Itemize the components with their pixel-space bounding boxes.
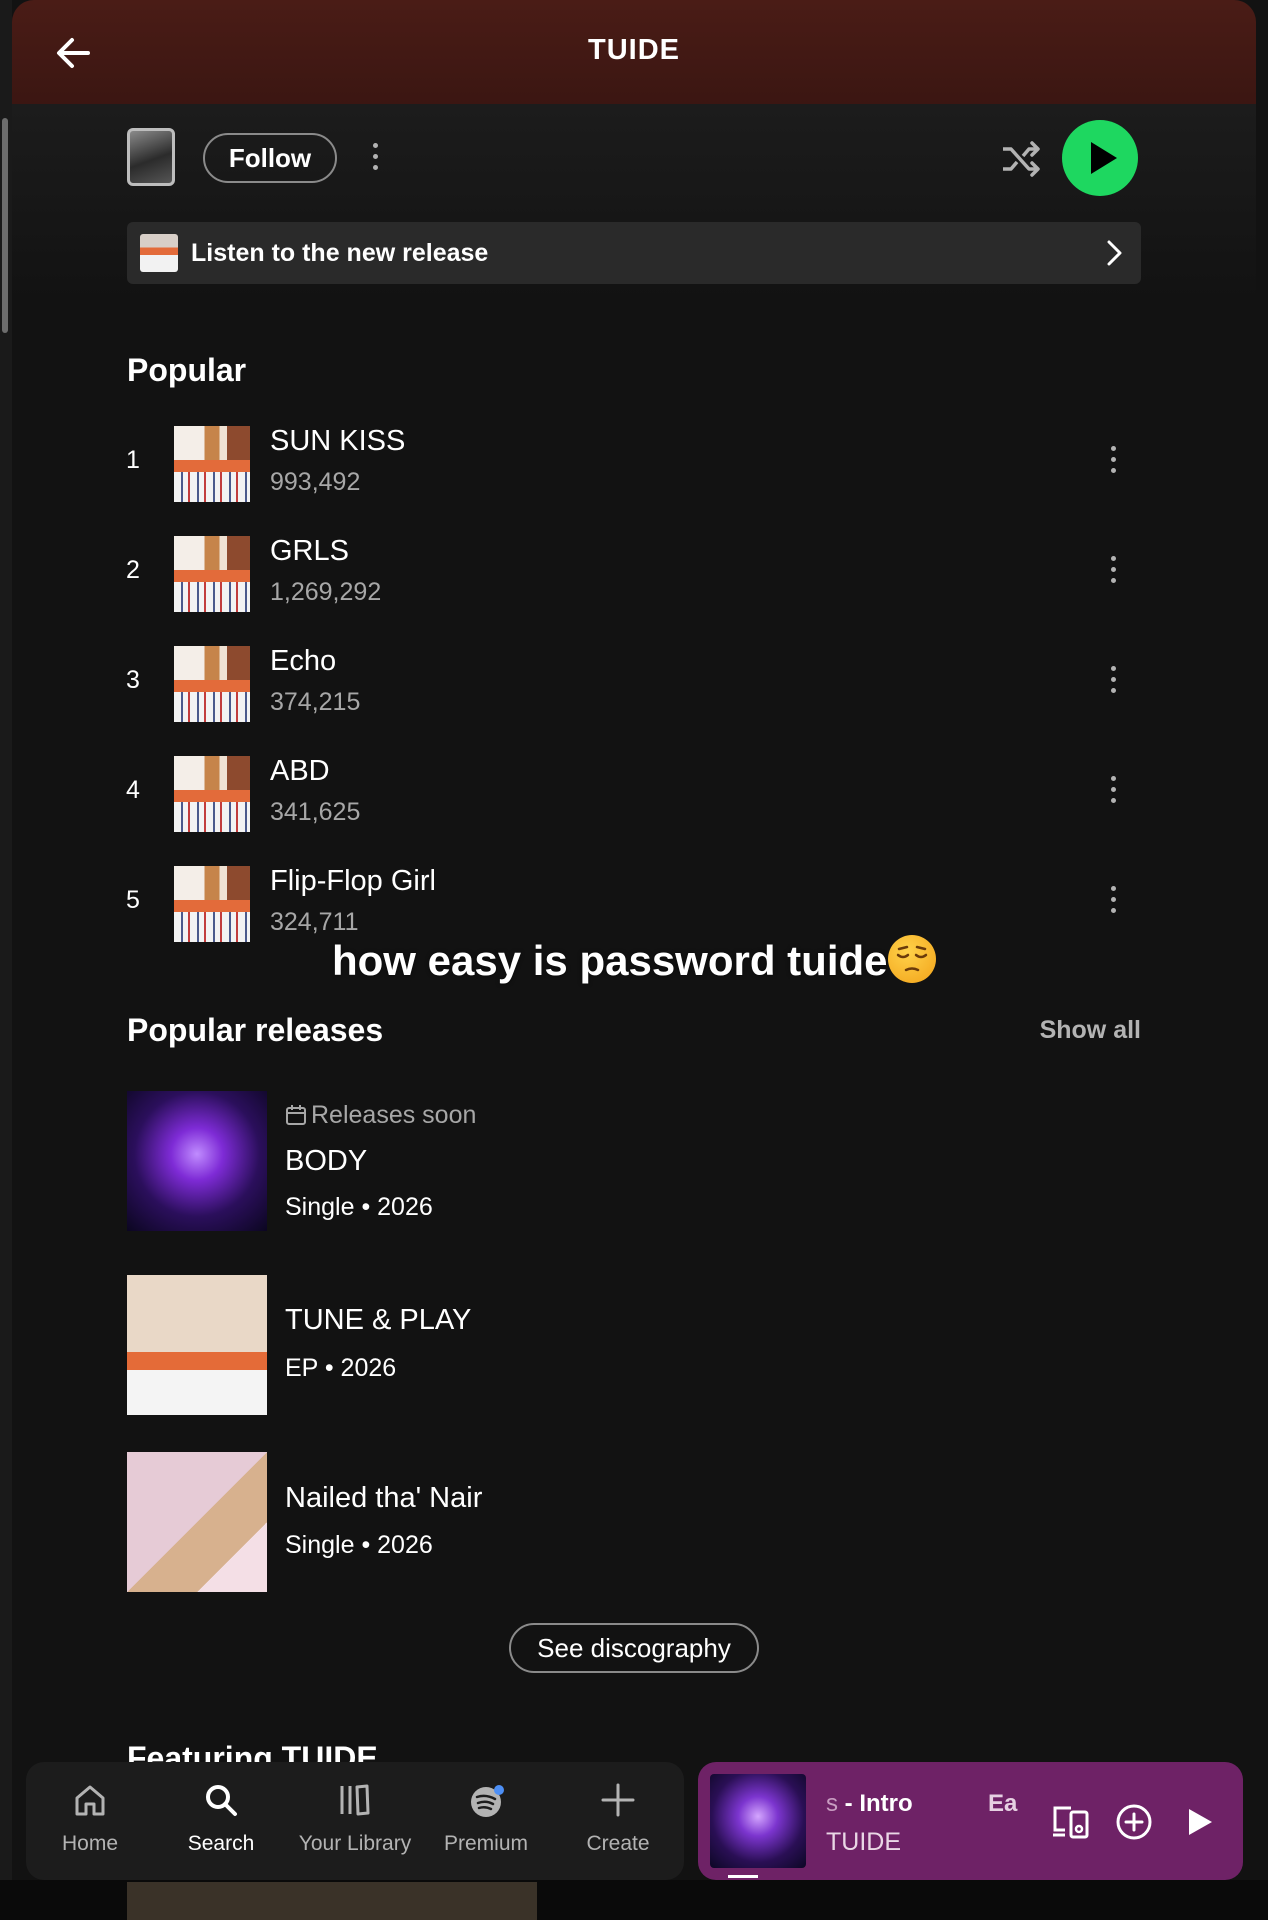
nav-create[interactable]: Create xyxy=(558,1762,678,1880)
home-icon xyxy=(75,1785,105,1816)
nav-home[interactable]: Home xyxy=(30,1762,150,1880)
track-title: SUN KISS xyxy=(270,425,406,457)
side-strip xyxy=(0,0,12,1920)
artist-page: TUIDE Follow Listen to the new release P… xyxy=(0,0,1268,1920)
header-bar: TUIDE xyxy=(12,0,1256,104)
track-more-button[interactable] xyxy=(1108,886,1118,922)
track-number: 1 xyxy=(126,446,140,474)
caption-text: how easy is password tuide xyxy=(332,937,888,984)
track-number: 2 xyxy=(126,556,140,584)
track-number: 3 xyxy=(126,666,140,694)
release-title: BODY xyxy=(285,1145,368,1177)
nav-premium[interactable]: Premium xyxy=(426,1762,546,1880)
play-icon xyxy=(1091,142,1117,174)
add-circle-icon[interactable] xyxy=(1115,1803,1153,1841)
track-artwork xyxy=(174,646,250,722)
release-item[interactable]: TUNE & PLAY EP • 2026 xyxy=(127,1275,1141,1415)
track-artwork xyxy=(174,536,250,612)
banner-label: Listen to the new release xyxy=(191,239,489,267)
shuffle-icon xyxy=(1003,141,1040,177)
see-discography-button[interactable]: See discography xyxy=(509,1623,759,1673)
track-play-count: 374,215 xyxy=(270,688,361,716)
show-all-link[interactable]: Show all xyxy=(1040,1016,1141,1045)
page-title: TUIDE xyxy=(588,34,680,66)
release-artwork xyxy=(127,1275,267,1415)
track-play-count: 341,625 xyxy=(270,798,361,826)
now-playing-title: s - Intro xyxy=(826,1790,913,1818)
now-playing-title-main: - Intro xyxy=(838,1790,913,1817)
play-button[interactable] xyxy=(1062,120,1138,196)
nav-search-label: Search xyxy=(187,1832,255,1855)
now-playing-artist: TUIDE xyxy=(826,1828,901,1856)
track-more-button[interactable] xyxy=(1108,446,1118,482)
release-meta: EP • 2026 xyxy=(285,1354,397,1382)
track-title: ABD xyxy=(270,755,330,787)
track-row[interactable]: 2 GRLS 1,269,292 xyxy=(118,532,1148,612)
track-title: Echo xyxy=(270,645,337,677)
release-artwork xyxy=(127,1452,267,1592)
track-artwork xyxy=(174,866,250,942)
bottom-edge-strip xyxy=(0,1880,1268,1920)
nav-search[interactable]: Search xyxy=(161,1762,281,1880)
artist-more-button[interactable] xyxy=(370,143,380,179)
shuffle-button[interactable] xyxy=(1000,138,1042,180)
track-row[interactable]: 4 ABD 341,625 xyxy=(118,752,1148,832)
relieved-face-emoji-icon xyxy=(887,935,936,983)
track-number: 4 xyxy=(126,776,140,804)
track-row[interactable]: 1 SUN KISS 993,492 xyxy=(118,422,1148,502)
popular-releases-heading: Popular releases xyxy=(127,1012,384,1048)
premium-icon xyxy=(471,1785,504,1817)
release-item[interactable]: Nailed tha' Nair Single • 2026 xyxy=(127,1452,1141,1592)
release-artwork xyxy=(127,1091,267,1231)
popular-heading: Popular xyxy=(127,352,247,388)
next-track-title: Ea xyxy=(988,1790,1018,1817)
track-more-button[interactable] xyxy=(1108,776,1118,812)
release-meta: Single • 2026 xyxy=(285,1531,433,1559)
track-more-button[interactable] xyxy=(1108,666,1118,702)
now-playing-artwork xyxy=(710,1774,806,1868)
nav-library-label: Your Library xyxy=(298,1832,412,1855)
scroll-handle[interactable] xyxy=(2,118,8,333)
track-artwork xyxy=(174,426,250,502)
artist-avatar[interactable] xyxy=(127,128,175,186)
nav-library[interactable]: Your Library xyxy=(295,1762,415,1880)
track-row[interactable]: 5 Flip-Flop Girl 324,711 xyxy=(118,862,1148,942)
nav-home-label: Home xyxy=(61,1832,119,1855)
track-artwork xyxy=(174,756,250,832)
release-meta: Single • 2026 xyxy=(285,1193,433,1221)
release-badge-label: Releases soon xyxy=(311,1101,477,1129)
track-title: Flip-Flop Girl xyxy=(270,865,436,897)
track-play-count: 324,711 xyxy=(270,908,359,936)
release-title: Nailed tha' Nair xyxy=(285,1482,483,1514)
release-title: TUNE & PLAY xyxy=(285,1304,472,1336)
featuring-thumbnail xyxy=(127,1882,537,1920)
track-play-count: 1,269,292 xyxy=(270,578,382,606)
bottom-navigation: Home Search Your Library Premium Create xyxy=(26,1762,684,1880)
plus-icon xyxy=(601,1783,635,1817)
release-item[interactable]: Releases soon BODY Single • 2026 xyxy=(127,1091,1141,1231)
chevron-right-icon xyxy=(1107,240,1122,266)
now-playing-title-fade: s xyxy=(826,1790,838,1817)
track-row[interactable]: 3 Echo 374,215 xyxy=(118,642,1148,722)
nav-premium-label: Premium xyxy=(443,1832,528,1855)
mini-player[interactable]: s - Intro Ea TUIDE xyxy=(698,1762,1243,1880)
devices-icon[interactable] xyxy=(1051,1803,1091,1841)
library-icon xyxy=(340,1784,370,1816)
new-release-banner[interactable]: Listen to the new release xyxy=(127,222,1141,284)
track-play-count: 993,492 xyxy=(270,468,361,496)
track-title: GRLS xyxy=(270,535,349,567)
banner-thumbnail xyxy=(140,234,178,272)
search-icon xyxy=(206,1785,237,1816)
mini-play-icon[interactable] xyxy=(1185,1806,1215,1838)
release-badge: Releases soon xyxy=(285,1101,476,1130)
follow-button[interactable]: Follow xyxy=(203,133,337,183)
nav-create-label: Create xyxy=(586,1832,650,1855)
playback-progress-bar xyxy=(728,1875,758,1878)
track-more-button[interactable] xyxy=(1108,556,1118,592)
track-number: 5 xyxy=(126,886,140,914)
featuring-heading: Featuring TUIDE xyxy=(127,1740,378,1762)
calendar-icon xyxy=(286,1105,306,1125)
video-caption-overlay: how easy is password tuide xyxy=(332,935,936,985)
